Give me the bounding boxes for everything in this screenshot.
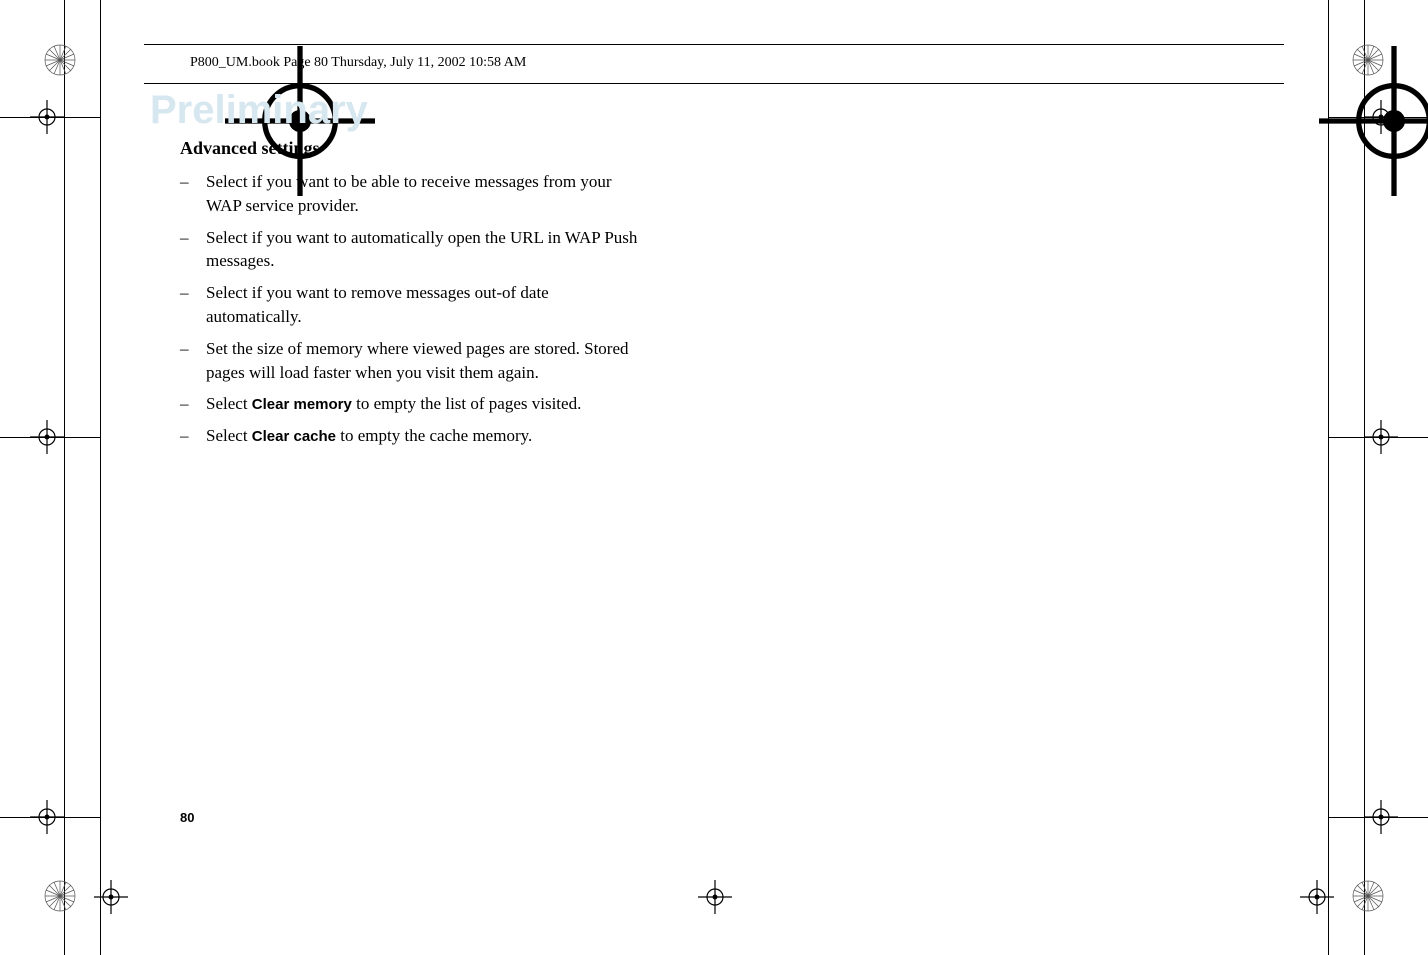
guide-line bbox=[0, 437, 100, 438]
registration-mark-icon bbox=[698, 880, 732, 914]
guide-line bbox=[1328, 437, 1428, 438]
list-item: – Select Clear cache to empty the cache … bbox=[180, 424, 640, 448]
list-item: – Set the size of memory where viewed pa… bbox=[180, 337, 640, 385]
registration-mark-icon bbox=[150, 46, 184, 80]
registration-mark-icon bbox=[1300, 880, 1334, 914]
bullet-dash: – bbox=[180, 170, 206, 218]
registration-mark-icon bbox=[1244, 46, 1278, 80]
color-wheel-icon bbox=[44, 44, 76, 76]
list-item: – Select Clear memory to empty the list … bbox=[180, 392, 640, 416]
outer-rule-v-left bbox=[64, 0, 65, 955]
bullet-text: Select if you want to be able to receive… bbox=[206, 170, 640, 218]
guide-line bbox=[1328, 817, 1428, 818]
bullet-text: Set the size of memory where viewed page… bbox=[206, 337, 640, 385]
color-wheel-icon bbox=[44, 880, 76, 912]
list-item: – Select if you want to be able to recei… bbox=[180, 170, 640, 218]
bullet-list: – Select if you want to be able to recei… bbox=[180, 170, 640, 456]
bullet-text: Select if you want to automatically open… bbox=[206, 226, 640, 274]
bullet-dash: – bbox=[180, 392, 206, 416]
list-item: – Select if you want to automatically op… bbox=[180, 226, 640, 274]
page-number: 80 bbox=[180, 810, 194, 825]
running-header-text: P800_UM.book Page 80 Thursday, July 11, … bbox=[190, 55, 526, 71]
bullet-text: Select if you want to remove messages ou… bbox=[206, 281, 640, 329]
bullet-dash: – bbox=[180, 226, 206, 274]
section-heading: Advanced settings bbox=[180, 138, 320, 159]
registration-mark-icon bbox=[94, 880, 128, 914]
crop-line-v-left bbox=[100, 0, 101, 955]
bullet-dash: – bbox=[180, 337, 206, 385]
color-wheel-icon bbox=[1352, 880, 1384, 912]
bullet-text: Select Clear cache to empty the cache me… bbox=[206, 424, 640, 448]
bullet-dash: – bbox=[180, 281, 206, 329]
watermark-text: Preliminary bbox=[150, 88, 368, 133]
guide-line bbox=[0, 817, 100, 818]
bullet-dash: – bbox=[180, 424, 206, 448]
guide-line bbox=[0, 117, 100, 118]
list-item: – Select if you want to remove messages … bbox=[180, 281, 640, 329]
bullet-text: Select Clear memory to empty the list of… bbox=[206, 392, 640, 416]
